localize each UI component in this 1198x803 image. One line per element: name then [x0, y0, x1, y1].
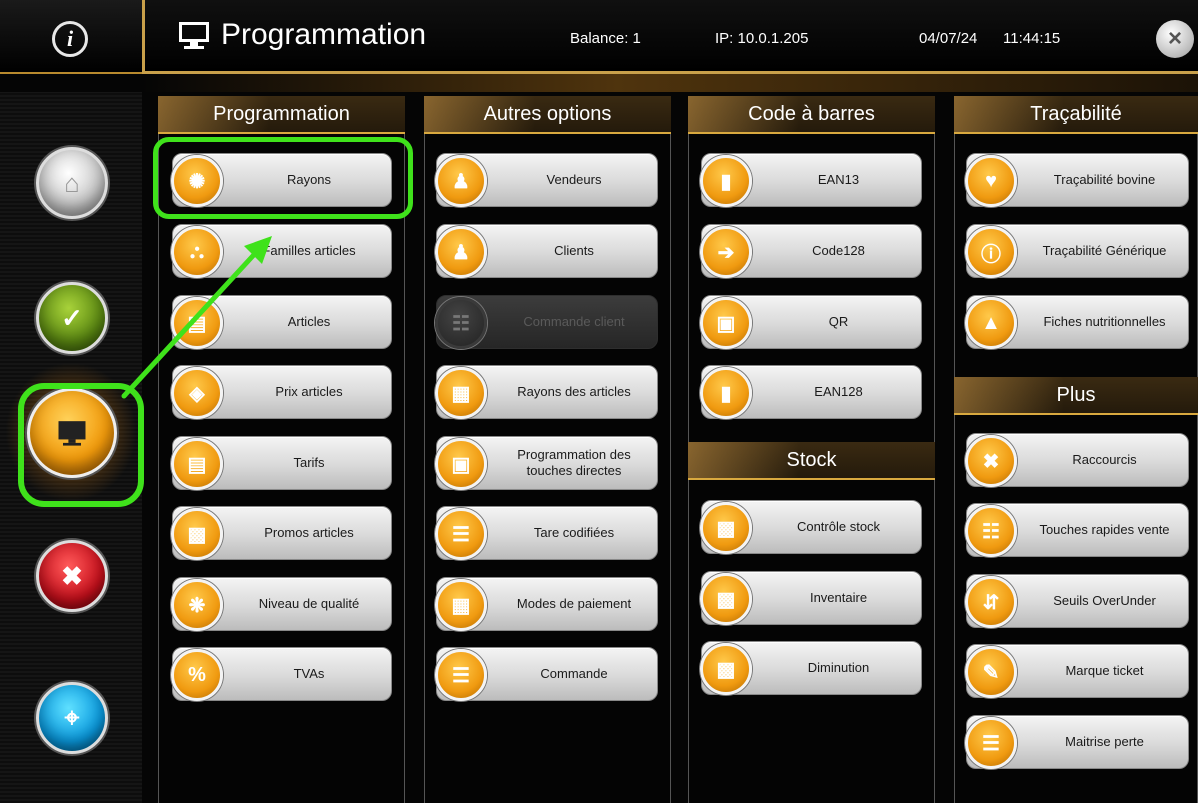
prix-articles-button[interactable]: ◈ Prix articles — [171, 365, 392, 419]
cart-icon: ☷ — [965, 505, 1017, 557]
keys-icon: ▣ — [435, 438, 487, 490]
check-icon[interactable]: ✓ — [36, 282, 108, 354]
ean128-button[interactable]: ▮ EAN128 — [700, 365, 922, 419]
ip-status: IP: 10.0.1.205 — [715, 30, 809, 47]
rayons-articles-button[interactable]: ▦ Rayons des articles — [435, 365, 658, 419]
diminution-button[interactable]: ▩ Diminution — [700, 641, 922, 695]
balance-status: Balance: 1 — [570, 30, 641, 47]
promos-articles-button[interactable]: ▩ Promos articles — [171, 506, 392, 560]
articles-button[interactable]: ▤ Articles — [171, 295, 392, 349]
arrow-right-icon: ➔ — [700, 226, 752, 278]
scale-icon: ⇵ — [965, 576, 1017, 628]
column-header-tracabilite: Traçabilité — [954, 96, 1198, 134]
fiches-nutritionnelles-button[interactable]: ▲ Fiches nutritionnelles — [965, 295, 1189, 349]
topbar-glow — [142, 74, 1198, 92]
payment-icon: ▦ — [435, 579, 487, 631]
page-title-text: Programmation — [221, 18, 427, 51]
nav-highlight-box — [18, 383, 144, 507]
qr-button[interactable]: ▣ QR — [700, 295, 922, 349]
tarifs-icon: ▤ — [171, 438, 223, 490]
tools-icon[interactable]: ✖ — [36, 540, 108, 612]
cart-icon: ☷ — [435, 297, 487, 349]
list-icon: ☰ — [435, 508, 487, 560]
stock-chart-icon: ▩ — [700, 502, 752, 554]
tvas-button[interactable]: % TVAs — [171, 647, 392, 701]
familles-articles-button[interactable]: ⛬ Familles articles — [171, 224, 392, 278]
tracabilite-generique-button[interactable]: ⓘ Traçabilité Générique — [965, 224, 1189, 278]
code128-button[interactable]: ➔ Code128 — [700, 224, 922, 278]
modes-paiement-button[interactable]: ▦ Modes de paiement — [435, 577, 658, 631]
top-bar: Programmation Balance: 1 IP: 10.0.1.205 … — [142, 0, 1198, 74]
percent-icon: % — [171, 649, 223, 701]
barcode-icon: ▮ — [700, 367, 752, 419]
decrease-chart-icon: ▩ — [700, 643, 752, 695]
pen-icon: ✎ — [965, 646, 1017, 698]
seuils-overunder-button[interactable]: ⇵ Seuils OverUnder — [965, 574, 1189, 628]
tracabilite-bovine-button[interactable]: ♥ Traçabilité bovine — [965, 153, 1189, 207]
raccourcis-button[interactable]: ✖ Raccourcis — [965, 433, 1189, 487]
cow-icon: ♥ — [965, 155, 1017, 207]
inventaire-button[interactable]: ▩ Inventaire — [700, 571, 922, 625]
pyramid-icon: ▲ — [965, 297, 1017, 349]
info-circle-icon: ⓘ — [965, 226, 1017, 278]
inventory-icon: ▩ — [700, 573, 752, 625]
column-header-programmation: Programmation — [158, 96, 405, 134]
column-header-code-barres: Code à barres — [688, 96, 935, 134]
vendeurs-button[interactable]: ♟ Vendeurs — [435, 153, 658, 207]
niveau-qualite-button[interactable]: ❋ Niveau de qualité — [171, 577, 392, 631]
qr-icon: ▣ — [700, 297, 752, 349]
date-status: 04/07/24 — [919, 30, 978, 47]
order-list-icon: ☰ — [435, 649, 487, 701]
monitor-icon — [177, 20, 211, 50]
clients-button[interactable]: ♟ Clients — [435, 224, 658, 278]
vendor-icon: ♟ — [435, 155, 487, 207]
tarifs-button[interactable]: ▤ Tarifs — [171, 436, 392, 490]
column-header-autres-options: Autres options — [424, 96, 671, 134]
grid-icon: ▦ — [435, 367, 487, 419]
bar-chart-icon: ▩ — [171, 508, 223, 560]
barcode-icon: ▮ — [700, 155, 752, 207]
column-header-plus: Plus — [954, 377, 1198, 415]
tare-codifiees-button[interactable]: ☰ Tare codifiées — [435, 506, 658, 560]
price-tag-icon: ◈ — [171, 367, 223, 419]
marque-ticket-button[interactable]: ✎ Marque ticket — [965, 644, 1189, 698]
column-header-stock: Stock — [688, 442, 935, 480]
commande-client-button: ☷ Commande client — [435, 295, 658, 349]
programmation-touches-button[interactable]: ▣ Programmation des touches directes — [435, 436, 658, 490]
rayons-highlight-box — [153, 137, 413, 219]
wifi-icon[interactable]: ⌖ — [36, 682, 108, 754]
family-tree-icon: ⛬ — [171, 226, 223, 278]
quality-icon: ❋ — [171, 579, 223, 631]
home-icon[interactable]: ⌂ — [36, 147, 108, 219]
articles-icon: ▤ — [171, 297, 223, 349]
touches-rapides-button[interactable]: ☷ Touches rapides vente — [965, 503, 1189, 557]
info-area: i — [0, 0, 142, 74]
maitrise-perte-button[interactable]: ☰ Maitrise perte — [965, 715, 1189, 769]
tools-icon: ✖ — [965, 435, 1017, 487]
left-nav: ⌂ ✓ ✖ ⌖ — [0, 92, 144, 803]
commande-button[interactable]: ☰ Commande — [435, 647, 658, 701]
info-icon[interactable]: i — [52, 21, 88, 57]
controle-stock-button[interactable]: ▩ Contrôle stock — [700, 500, 922, 554]
close-icon[interactable]: × — [1156, 20, 1194, 58]
time-status: 11:44:15 — [1003, 30, 1061, 47]
ean13-button[interactable]: ▮ EAN13 — [700, 153, 922, 207]
list-icon: ☰ — [965, 717, 1017, 769]
page-title: Programmation — [177, 18, 426, 52]
client-icon: ♟ — [435, 226, 487, 278]
